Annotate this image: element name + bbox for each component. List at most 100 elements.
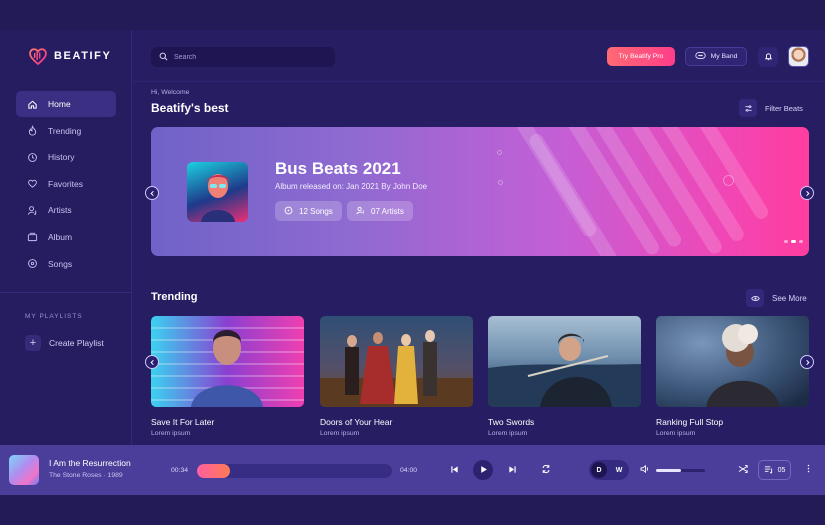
link-icon (694, 52, 706, 61)
user-music-icon (356, 206, 365, 217)
trending-card-subtitle: Lorem ipsum (656, 430, 696, 437)
sliders-icon (739, 99, 757, 117)
play-icon (479, 461, 488, 479)
songs-chip[interactable]: 12 Songs (275, 201, 342, 221)
trending-card-title[interactable]: Doors of Your Hear (320, 417, 392, 427)
chevron-right-icon (804, 353, 811, 371)
welcome-text: Hi, Welcome (151, 89, 190, 96)
featured-album-banner[interactable]: Bus Beats 2021 Album released on: Jan 20… (151, 127, 809, 256)
banner-decoration (723, 175, 734, 186)
heart-wave-logo-icon (28, 46, 48, 66)
sidebar-item-label: Trending (48, 125, 82, 136)
trending-heading: Trending (151, 291, 198, 303)
banner-subtitle: Album released on: Jan 2021 By John Doe (275, 182, 428, 191)
sidebar-item-trending[interactable]: Trending (16, 118, 116, 144)
play-button[interactable] (473, 460, 493, 480)
playback-progress-bar[interactable] (197, 464, 392, 478)
artists-chip[interactable]: 07 Artists (347, 201, 413, 221)
skip-back-icon (450, 461, 459, 479)
search-bar[interactable] (151, 47, 335, 67)
see-more-button[interactable]: See More (746, 289, 807, 307)
more-vertical-icon (807, 461, 810, 479)
trending-card-subtitle: Lorem ipsum (151, 430, 191, 437)
now-playing-artist: The Stone Roses · 1989 (49, 472, 123, 479)
sidebar-item-label: Album (48, 231, 73, 242)
sidebar-item-label: Artists (48, 205, 72, 216)
trending-card-image[interactable] (320, 316, 473, 407)
create-playlist-button[interactable]: + Create Playlist (25, 335, 104, 351)
filter-beats-button[interactable]: Filter Beats (739, 99, 803, 117)
create-playlist-label: Create Playlist (49, 338, 104, 348)
trending-card-image[interactable] (151, 316, 304, 407)
quality-toggle[interactable]: D W (589, 460, 629, 480)
filter-label: Filter Beats (765, 103, 803, 113)
trending-card-image[interactable] (656, 316, 809, 407)
chevron-right-icon (804, 184, 811, 202)
sidebar-item-favorites[interactable]: Favorites (16, 171, 116, 197)
now-playing-title: I Am the Resurrection (49, 458, 131, 468)
flame-icon (26, 125, 38, 137)
now-playing-cover[interactable] (9, 455, 39, 485)
trending-next-button[interactable] (800, 355, 814, 369)
banner-title: Bus Beats 2021 (275, 159, 401, 178)
user-music-icon (26, 204, 38, 216)
plus-icon: + (25, 335, 41, 351)
mode-d-toggle[interactable]: D (591, 462, 607, 478)
skip-forward-icon (508, 461, 517, 479)
heart-icon (26, 178, 38, 190)
eye-icon (746, 289, 764, 307)
trending-card-title[interactable]: Ranking Full Stop (656, 417, 723, 427)
trending-card-subtitle: Lorem ipsum (320, 430, 360, 437)
queue-button[interactable]: 05 (758, 460, 791, 480)
trending-prev-button[interactable] (145, 355, 159, 369)
banner-next-button[interactable] (800, 186, 814, 200)
my-band-label: My Band (710, 53, 738, 60)
page-frame-bottom (0, 495, 825, 525)
current-time: 00:34 (171, 467, 189, 474)
trending-card-subtitle: Lorem ipsum (488, 430, 528, 437)
trending-card-title[interactable]: Two Swords (488, 417, 534, 427)
sidebar-item-history[interactable]: History (16, 144, 116, 170)
home-icon (26, 98, 38, 110)
previous-button[interactable] (447, 462, 461, 478)
banner-decoration (497, 150, 502, 155)
sidebar: BEATIFY Home Trending History Favorites … (0, 30, 132, 445)
sidebar-item-songs[interactable]: Songs (16, 251, 116, 277)
total-time: 04:00 (400, 467, 418, 474)
next-button[interactable] (505, 462, 519, 478)
notifications-button[interactable] (758, 47, 778, 67)
more-options-button[interactable] (803, 462, 813, 478)
volume-icon (640, 461, 650, 479)
chevron-left-icon (149, 184, 156, 202)
try-pro-button[interactable]: Try Beatify Pro (607, 47, 675, 66)
volume-button[interactable] (638, 463, 652, 477)
trending-card-title[interactable]: Save It For Later (151, 417, 214, 427)
shuffle-button[interactable] (736, 463, 750, 477)
carousel-dot[interactable] (784, 240, 788, 243)
see-more-label: See More (772, 293, 807, 303)
my-band-button[interactable]: My Band (685, 47, 747, 66)
sidebar-item-artists[interactable]: Artists (16, 197, 116, 223)
brand-logo[interactable]: BEATIFY (28, 46, 111, 66)
app-window: BEATIFY Home Trending History Favorites … (0, 30, 825, 495)
shuffle-icon (738, 461, 748, 479)
search-input[interactable] (174, 53, 324, 61)
trending-card-image[interactable] (488, 316, 641, 407)
repeat-icon (541, 461, 551, 479)
carousel-dots (784, 240, 803, 243)
banner-prev-button[interactable] (145, 186, 159, 200)
carousel-dot[interactable] (791, 240, 796, 243)
carousel-dot[interactable] (799, 240, 803, 243)
sidebar-divider (0, 292, 131, 293)
volume-slider[interactable] (656, 469, 705, 472)
repeat-button[interactable] (538, 462, 554, 478)
album-icon (26, 231, 38, 243)
playlists-heading: MY PLAYLISTS (25, 313, 83, 320)
sidebar-item-label: Favorites (48, 178, 83, 189)
sidebar-item-album[interactable]: Album (16, 224, 116, 250)
chevron-left-icon (149, 353, 156, 371)
playlist-icon (764, 465, 773, 476)
user-avatar[interactable] (788, 46, 809, 67)
sidebar-item-home[interactable]: Home (16, 91, 116, 117)
mode-w-toggle[interactable]: W (611, 462, 627, 478)
